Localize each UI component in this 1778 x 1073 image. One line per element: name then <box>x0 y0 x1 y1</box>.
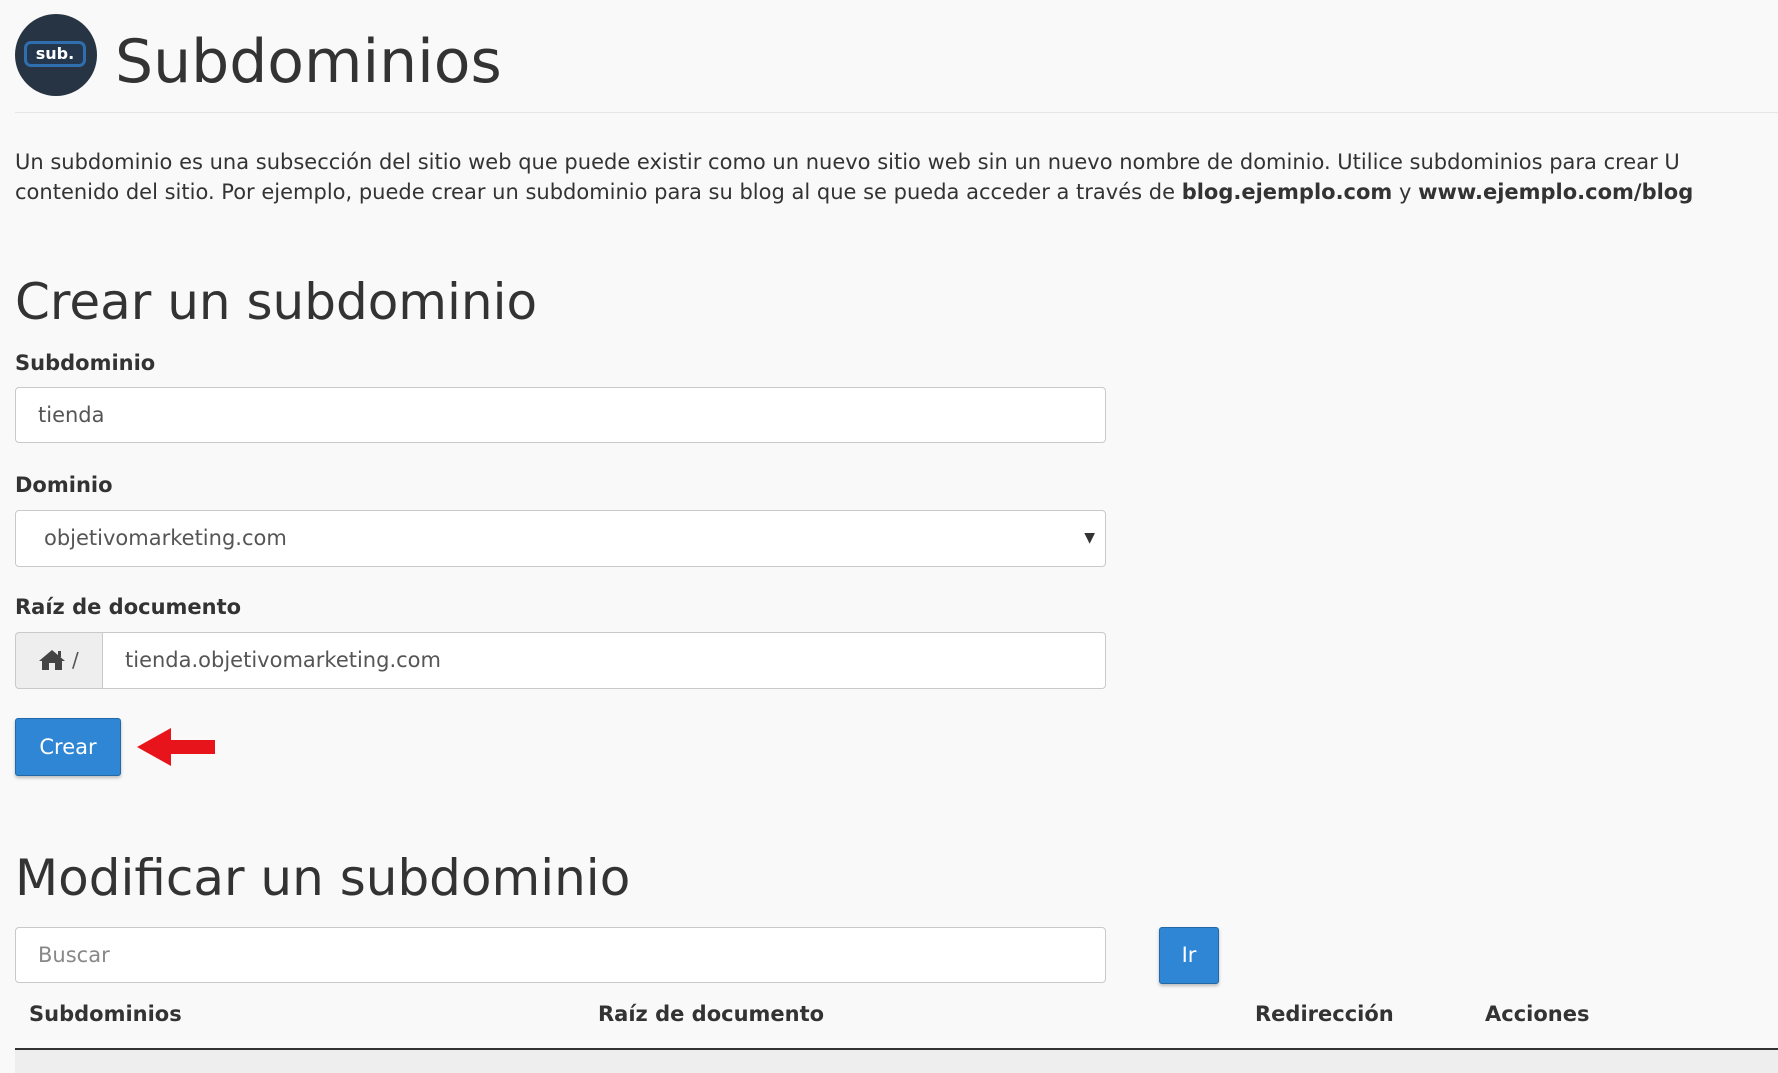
docroot-prefix: / <box>72 648 79 672</box>
docroot-input-value: tienda.objetivomarketing.com <box>125 648 441 672</box>
column-redirection[interactable]: Redirección <box>1255 998 1394 1030</box>
docroot-addon: / <box>15 632 102 689</box>
description-connector: y <box>1392 180 1419 204</box>
description-line-2-text: contenido del sitio. Por ejemplo, puede … <box>15 180 1182 204</box>
create-button[interactable]: Crear <box>15 718 121 776</box>
subdomain-label: Subdominio <box>15 351 156 375</box>
home-icon <box>39 650 65 670</box>
page: sub. Subdominios Un subdominio es una su… <box>15 0 1778 1073</box>
description-line-2: contenido del sitio. Por ejemplo, puede … <box>15 177 1778 207</box>
example-subdomain: blog.ejemplo.com <box>1181 180 1393 204</box>
docroot-input-group: / tienda.objetivomarketing.com <box>15 632 1106 689</box>
create-section-title: Crear un subdominio <box>15 273 538 331</box>
sub-logo-icon: sub. <box>15 14 97 96</box>
page-header: sub. Subdominios <box>15 12 1778 113</box>
subdomains-table-header: Subdominios Raíz de documento Redirecció… <box>15 998 1778 1050</box>
page-description: Un subdominio es una subsección del siti… <box>15 147 1778 207</box>
modify-section-title: Modificar un subdominio <box>15 849 631 907</box>
column-actions: Acciones <box>1485 1002 1590 1026</box>
caret-down-icon: ▼ <box>1084 530 1095 546</box>
example-path: www.ejemplo.com/blog <box>1418 180 1694 204</box>
docroot-input[interactable]: tienda.objetivomarketing.com <box>102 632 1106 689</box>
red-arrow-left-icon <box>137 728 215 766</box>
domain-select[interactable]: objetivomarketing.com ▼ <box>15 510 1106 567</box>
description-line-1: Un subdominio es una subsección del siti… <box>15 150 1680 174</box>
search-input[interactable] <box>15 927 1106 983</box>
docroot-label: Raíz de documento <box>15 595 242 619</box>
domain-label: Dominio <box>15 473 113 497</box>
logo-text: sub. <box>24 41 86 67</box>
page-title: Subdominios <box>115 27 502 97</box>
subdomain-input[interactable] <box>15 387 1106 443</box>
domain-selected-value: objetivomarketing.com <box>44 526 287 550</box>
column-document-root[interactable]: Raíz de documento <box>598 998 824 1030</box>
table-body <box>15 1050 1778 1073</box>
go-button[interactable]: Ir <box>1159 927 1219 984</box>
column-subdomains[interactable]: Subdominios <box>29 998 182 1030</box>
